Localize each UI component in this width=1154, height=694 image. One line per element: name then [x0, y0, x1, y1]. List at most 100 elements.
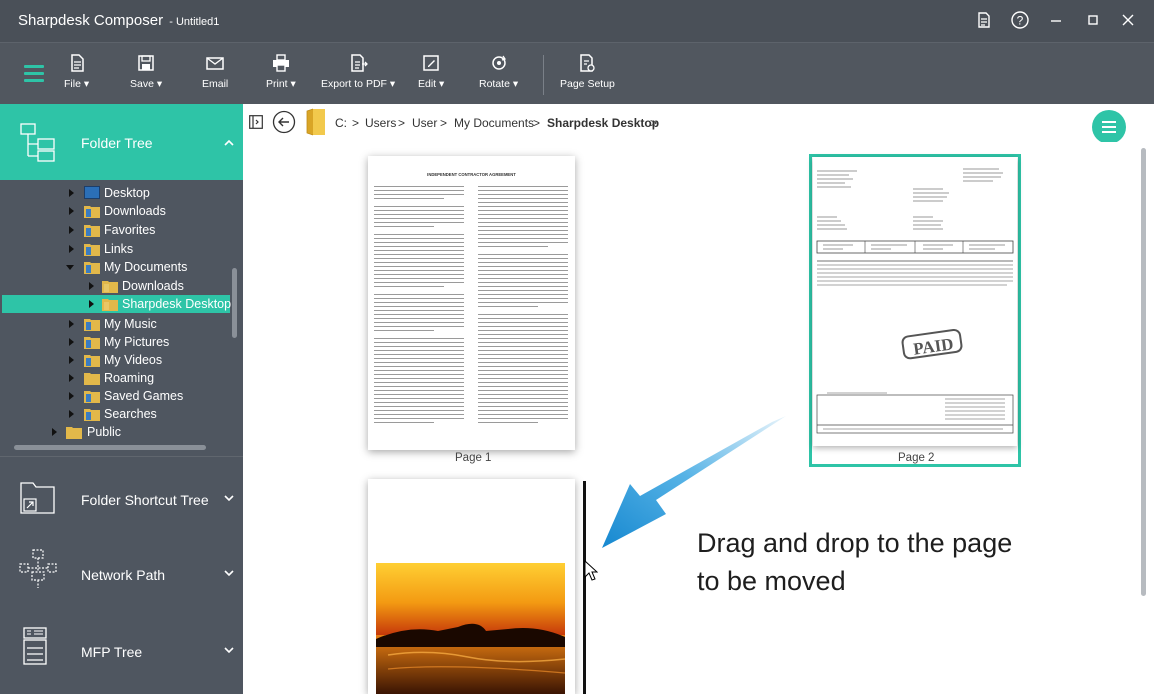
document-info-icon[interactable] [971, 8, 997, 32]
network-path-title: Network Path [81, 567, 166, 583]
sidebar: Folder Tree Desktop Downloads Favorites … [0, 104, 243, 694]
export-to-pdf-label: Export to PDF ▾ [321, 78, 396, 90]
tree-item-my-pictures[interactable]: My Pictures [0, 333, 243, 351]
folder-icon [306, 108, 325, 136]
tree-item-roaming[interactable]: Roaming [0, 369, 243, 387]
folder-tree: Desktop Downloads Favorites Links My Doc… [0, 180, 243, 456]
page-setup-button[interactable]: Page Setup [560, 53, 615, 97]
network-icon [19, 549, 57, 588]
tree-item-desktop[interactable]: Desktop [0, 184, 243, 202]
tree-item-my-videos[interactable]: My Videos [0, 351, 243, 369]
folder-shortcut-tree-header[interactable]: Folder Shortcut Tree [0, 456, 243, 532]
breadcrumb-user[interactable]: User [412, 116, 437, 130]
file-label: File ▾ [64, 78, 90, 90]
chevron-down-icon[interactable] [223, 492, 235, 504]
breadcrumb-separator: > [440, 116, 448, 130]
minimize-button[interactable] [1043, 8, 1069, 32]
save-icon [138, 55, 154, 71]
print-button[interactable]: Print ▾ [266, 53, 296, 97]
mfp-tree-header[interactable]: MFP Tree [0, 612, 243, 688]
maximize-button[interactable] [1080, 8, 1106, 32]
file-icon [70, 54, 84, 72]
main-vertical-scrollbar[interactable] [1141, 148, 1146, 596]
invoice-page-content: PAID [816, 168, 1014, 434]
email-label: Email [202, 78, 229, 90]
paid-stamp: PAID [912, 334, 955, 358]
folder-icon [84, 319, 100, 331]
close-button[interactable] [1115, 8, 1141, 32]
folder-icon [84, 244, 100, 256]
breadcrumb-sharpdesk-desktop[interactable]: Sharpdesk Desktop [547, 116, 659, 130]
options-menu-button[interactable] [1092, 110, 1126, 144]
chevron-up-icon[interactable] [223, 137, 235, 149]
mouse-cursor-icon [584, 560, 598, 581]
edit-button[interactable]: Edit ▾ [418, 53, 444, 97]
print-icon [272, 54, 289, 72]
tree-horizontal-scrollbar[interactable] [14, 445, 206, 450]
ribbon-toolbar: File ▾ Save ▾ Email Print ▾ Export to PD… [0, 42, 1154, 104]
tree-item-sharpdesk-desktop[interactable]: Sharpdesk Desktop [2, 295, 231, 313]
document-title: - Untitled1 [169, 16, 220, 28]
svg-text:?: ? [1017, 14, 1024, 28]
network-path-header[interactable]: Network Path [0, 534, 243, 610]
edit-label: Edit ▾ [418, 78, 445, 90]
main-menu-icon[interactable] [24, 65, 44, 82]
breadcrumb-separator: > [650, 116, 658, 130]
folder-icon [102, 281, 118, 293]
tree-item-saved-games[interactable]: Saved Games [0, 387, 243, 405]
save-label: Save ▾ [130, 78, 163, 90]
tree-item-my-documents-downloads[interactable]: Downloads [0, 277, 243, 295]
folder-icon [84, 409, 100, 421]
instruction-callout: Drag and drop to the page to be moved [697, 528, 1013, 596]
title-bar: Sharpdesk Composer - Untitled1 ? [0, 0, 1154, 42]
tree-item-downloads[interactable]: Downloads [0, 202, 243, 220]
rotate-button[interactable]: Rotate ▾ [479, 53, 518, 97]
rotate-icon [491, 55, 506, 70]
page-1-heading: INDEPENDENT CONTRACTOR AGREEMENT [427, 172, 516, 177]
chevron-down-icon[interactable] [223, 567, 235, 579]
tree-vertical-scrollbar[interactable] [232, 268, 237, 338]
tree-item-public[interactable]: Public [0, 423, 243, 441]
rotate-label: Rotate ▾ [479, 78, 519, 90]
save-button[interactable]: Save ▾ [130, 53, 162, 97]
drop-insertion-marker [583, 481, 586, 694]
back-icon[interactable] [272, 110, 296, 134]
file-button[interactable]: File ▾ [64, 53, 89, 97]
export-pdf-icon [351, 54, 368, 72]
tree-item-searches[interactable]: Searches [0, 405, 243, 423]
breadcrumb-my-documents[interactable]: My Documents [454, 116, 534, 130]
breadcrumb-users[interactable]: Users [365, 116, 396, 130]
email-icon [206, 57, 224, 70]
page-setup-icon [580, 54, 596, 72]
folder-icon [84, 225, 100, 237]
folder-tree-header[interactable]: Folder Tree [0, 104, 243, 180]
window-title: Sharpdesk Composer - Untitled1 [18, 12, 219, 29]
page-2-thumbnail[interactable]: PAID [813, 157, 1017, 446]
folder-icon [84, 337, 100, 349]
tree-item-my-music[interactable]: My Music [0, 315, 243, 333]
folder-icon [102, 299, 118, 311]
tree-item-favorites[interactable]: Favorites [0, 221, 243, 239]
desktop-icon [84, 186, 100, 199]
ribbon-separator [543, 55, 544, 95]
breadcrumb-separator: > [533, 116, 541, 130]
breadcrumb-c[interactable]: C: [335, 116, 347, 130]
tree-item-links[interactable]: Links [0, 240, 243, 258]
chevron-down-icon[interactable] [223, 644, 235, 656]
tree-item-my-documents[interactable]: My Documents [0, 258, 243, 276]
mfp-printer-icon [23, 627, 47, 665]
page-setup-label: Page Setup [560, 78, 615, 90]
folder-icon [66, 427, 82, 439]
breadcrumb-separator: > [352, 116, 360, 130]
export-to-pdf-button[interactable]: Export to PDF ▾ [321, 53, 395, 97]
folder-shortcut-tree-title: Folder Shortcut Tree [81, 492, 209, 508]
page-3-thumbnail[interactable] [368, 479, 575, 694]
page-1-label: Page 1 [455, 452, 492, 464]
page-1-thumbnail[interactable]: INDEPENDENT CONTRACTOR AGREEMENT [368, 156, 575, 450]
email-button[interactable]: Email [202, 53, 228, 97]
help-icon[interactable]: ? [1007, 8, 1033, 32]
breadcrumb: C: > Users > User > My Documents > Sharp… [243, 104, 1154, 142]
mfp-tree-title: MFP Tree [81, 644, 143, 660]
folder-tree-title: Folder Tree [81, 135, 153, 151]
toggle-panel-icon[interactable] [249, 115, 263, 129]
